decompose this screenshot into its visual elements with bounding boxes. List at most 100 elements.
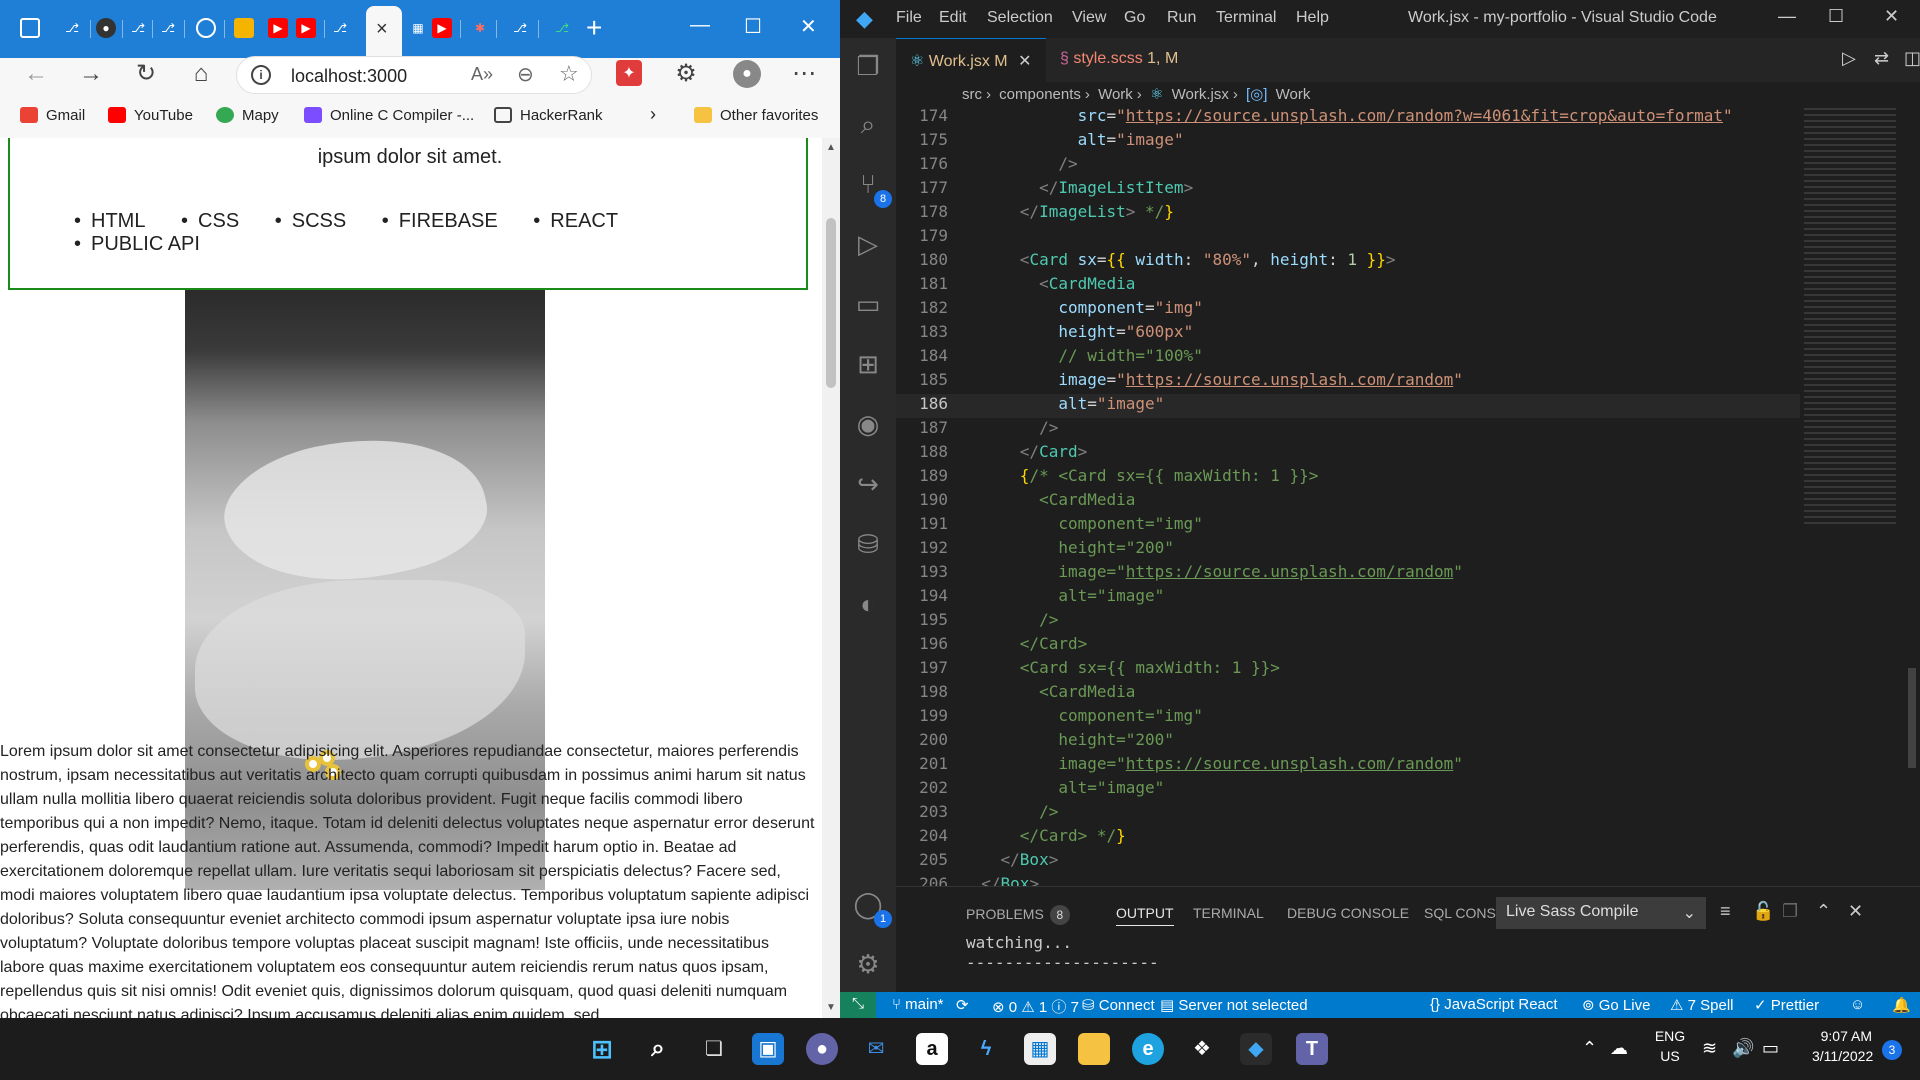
wifi-icon[interactable]: ≋ [1702,1038,1717,1059]
page-scrollbar[interactable]: ▲ ▼ [822,138,840,1018]
back-icon[interactable]: ← [22,60,50,88]
edge-icon[interactable]: e [1132,1033,1164,1065]
notification-badge[interactable]: 3 [1882,1040,1902,1060]
github-icon[interactable]: ◉ [852,408,884,440]
store-icon[interactable]: ▦ [1024,1033,1056,1065]
bookmark-online-c-compiler[interactable]: Online C Compiler -... [304,107,474,124]
power-automate-icon[interactable]: ϟ [970,1033,1002,1065]
close-tab-icon[interactable]: × [376,18,388,41]
bookmark-gmail[interactable]: Gmail [20,107,85,124]
close-window-icon[interactable]: ✕ [1884,6,1899,27]
drive-tab-icon[interactable] [234,18,254,38]
battery-icon[interactable]: ▭ [1762,1038,1779,1059]
editor-scrollbar-thumb[interactable] [1908,668,1916,768]
breadcrumb-item[interactable]: src [962,86,982,103]
bookmark-mapy[interactable]: Mapy [216,107,279,124]
git-branch[interactable]: ⑂ main* [892,996,944,1013]
tab-favicon-icon[interactable]: ▦ [408,18,428,38]
menu-run[interactable]: Run [1167,9,1196,27]
read-aloud-icon[interactable]: A» [471,64,493,85]
sql-server-status[interactable]: ▤ Server not selected [1160,996,1308,1014]
extensions-icon[interactable]: ⚙ [672,60,700,88]
panel-tab-terminal[interactable]: TERMINAL [1193,905,1264,921]
scrollbar-thumb[interactable] [826,218,836,388]
language-indicator[interactable]: ENG US [1650,1026,1690,1066]
go-live-button[interactable]: ⊚ Go Live [1582,996,1650,1014]
more-menu-icon[interactable]: ⋯ [790,60,818,88]
site-info-icon[interactable]: i [251,65,271,85]
lock-scroll-icon[interactable]: 🔓 [1752,901,1774,922]
task-view-icon[interactable]: ❏ [698,1033,730,1065]
volume-icon[interactable]: 🔊 [1732,1038,1754,1059]
menu-file[interactable]: File [896,9,922,27]
tab-favicon-icon[interactable]: ⎇ [62,18,82,38]
home-icon[interactable]: ⌂ [187,60,215,88]
output-source-select[interactable]: Live Sass Compile ⌄ [1496,897,1706,929]
breadcrumb-item[interactable]: Work.jsx [1172,86,1229,103]
teams-chat-icon[interactable]: ● [806,1033,838,1065]
bookmark-youtube[interactable]: YouTube [108,107,193,124]
onedrive-icon[interactable]: ☁ [1610,1038,1628,1059]
tab-favicon-icon[interactable]: ⎇ [158,18,178,38]
zoom-icon[interactable]: ⊖ [517,62,534,87]
profile-avatar-icon[interactable]: ● [733,60,761,88]
database-icon[interactable]: ⛁ [852,528,884,560]
live-share-icon[interactable]: ↪ [852,468,884,500]
explorer-icon[interactable]: ❐ [852,50,884,82]
file-explorer-icon[interactable] [1078,1033,1110,1065]
sync-icon[interactable]: ⟳ [956,996,969,1014]
minimize-icon[interactable]: — [690,14,710,37]
sql-connect[interactable]: ⛁ Connect [1082,996,1155,1014]
mail-icon[interactable]: ✉ [860,1033,892,1065]
minimap[interactable] [1804,108,1896,528]
edge-devtools-icon[interactable]: ◐ [852,588,884,620]
amazon-icon[interactable]: a [916,1033,948,1065]
tab-favicon-icon[interactable]: ✱ [470,18,490,38]
start-windows-icon[interactable]: ⊞ [586,1033,618,1065]
tab-favicon-icon[interactable]: ⎇ [330,18,350,38]
editor-scrollbar[interactable] [1904,108,1918,888]
close-window-icon[interactable]: ✕ [800,14,817,39]
language-mode[interactable]: {} JavaScript React [1430,996,1558,1013]
show-hidden-icons-icon[interactable]: ⌃ [1582,1038,1597,1059]
menu-terminal[interactable]: Terminal [1216,9,1276,27]
extensions-icon[interactable]: ⊞ [852,348,884,380]
panel-tab-output[interactable]: OUTPUT [1116,905,1174,926]
forward-icon[interactable]: → [77,60,105,88]
maximize-icon[interactable]: ☐ [744,14,762,39]
vscode-taskbar-icon[interactable]: ◆ [1240,1033,1272,1065]
maximize-panel-icon[interactable]: ⌃ [1816,901,1831,922]
split-editor-icon[interactable]: ◫ [1904,48,1920,69]
menu-view[interactable]: View [1072,9,1106,27]
settings-gear-icon[interactable]: ⚙ [852,948,884,980]
record-tab-icon[interactable] [196,18,216,38]
bookmark-other-favorites[interactable]: Other favorites [694,107,818,124]
breadcrumb-item[interactable]: Work [1276,86,1311,103]
remote-indicator-icon[interactable]: ⤡ [840,992,876,1018]
panel-tab-problems[interactable]: PROBLEMS 8 [966,905,1070,925]
address-url[interactable]: localhost:3000 [291,66,407,87]
minimize-icon[interactable]: — [1778,6,1796,27]
close-tab-icon[interactable]: ✕ [1018,53,1031,70]
clock[interactable]: 9:07 AM 3/11/2022 [1812,1026,1873,1066]
tab-favicon-icon[interactable]: ⎇ [510,18,530,38]
feedback-icon[interactable]: ☺ [1850,996,1865,1013]
spell-check-status[interactable]: ⚠ 7 Spell [1670,996,1734,1014]
refresh-icon[interactable]: ↻ [132,60,160,88]
scroll-up-icon[interactable]: ▲ [826,142,836,153]
scroll-down-icon[interactable]: ▼ [826,1002,836,1013]
tab-actions-icon[interactable] [20,18,40,38]
run-icon[interactable]: ▷ [1842,48,1856,69]
active-tab[interactable]: × [366,6,402,58]
code-editor[interactable]: 174 src="https://source.unsplash.com/ran… [896,106,1800,893]
menu-go[interactable]: Go [1124,9,1145,27]
widgets-icon[interactable]: ▣ [752,1033,784,1065]
tab-work-jsx[interactable]: ⚛ Work.jsx M ✕ [896,38,1046,82]
problems-status[interactable]: ⊗ 0 ⚠ 1 ⓘ 7 [992,996,1079,1017]
add-favorite-icon[interactable]: ☆ [559,61,579,87]
compare-icon[interactable]: ⇄ [1874,48,1889,69]
new-tab-button[interactable]: + [586,14,602,42]
close-panel-icon[interactable]: ✕ [1848,901,1863,922]
bookmarks-overflow-chevron-icon[interactable]: › [650,104,656,125]
github-tab-icon[interactable]: ● [96,18,116,38]
